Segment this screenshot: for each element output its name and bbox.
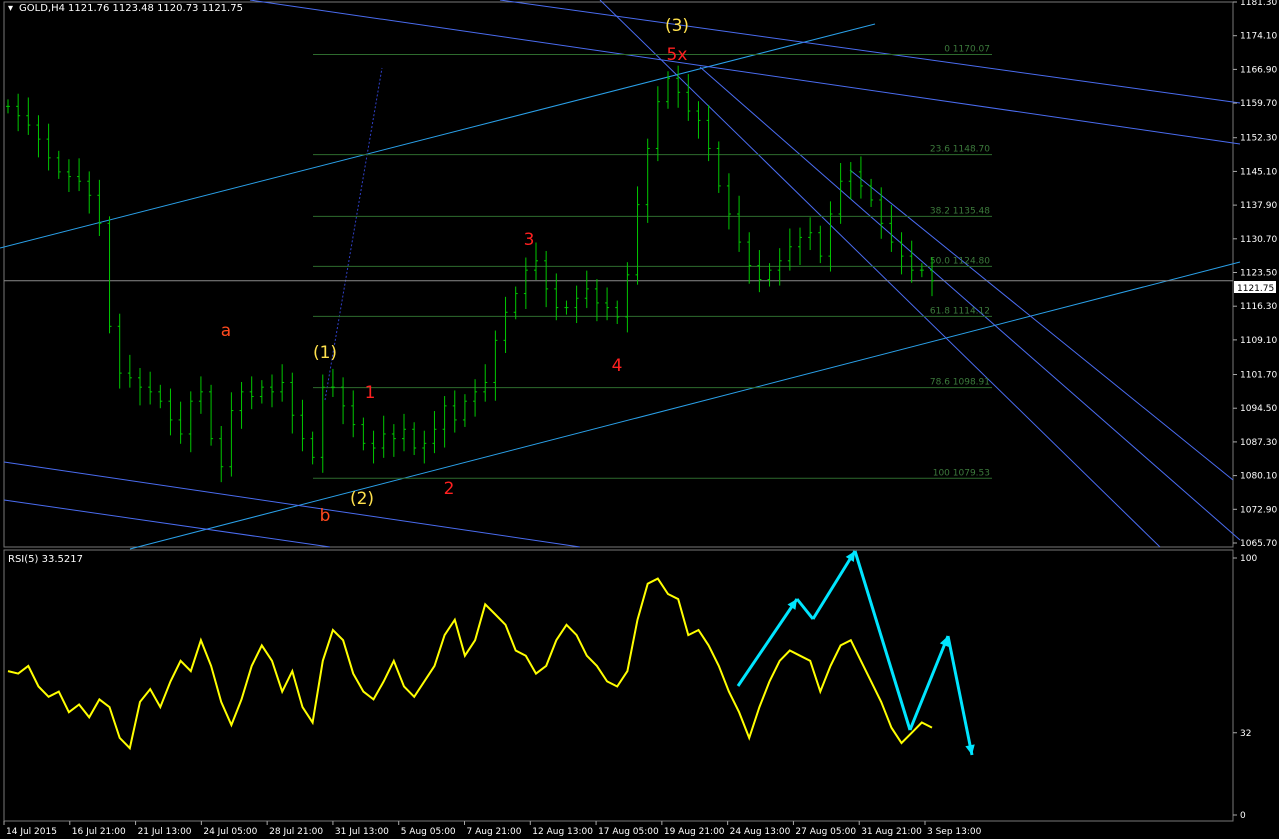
rsi-tick-label: 32 [1240,729,1251,739]
wave-label: a [221,321,231,341]
x-tick-label: 28 Jul 21:00 [269,827,323,837]
fib-label-0: 0 1170.07 [944,45,990,55]
fib-label-23.6: 23.6 1148.70 [930,145,990,155]
chart-title-icon: ▾ [8,3,13,14]
x-tick-label: 5 Aug 05:00 [401,827,456,837]
rsi-arrow-segment [736,598,799,687]
x-tick-label: 7 Aug 21:00 [467,827,522,837]
rsi-tick-label: 0 [1240,811,1246,821]
rsi-title: RSI(5) 33.5217 [8,554,83,565]
rsi-arrowhead [965,744,975,755]
lower-channel-top [3,461,581,548]
price-panel-frame [3,1,1234,548]
x-tick-label: 21 Jul 13:00 [138,827,192,837]
lower-channel-bottom [3,499,331,548]
falling-channel-outer [599,0,1161,548]
fibonacci-levels: 0 1170.07 23.6 1148.70 38.2 1135.48 50.0 11… [313,45,992,479]
wave-label: (3) [665,16,689,36]
chart-canvas: 0 1170.07 23.6 1148.70 38.2 1135.48 50.0 11… [0,0,1277,837]
wave-label: 3 [524,230,535,250]
x-tick-label: 16 Jul 21:00 [72,827,126,837]
x-tick-label: 14 Jul 2015 [6,827,57,837]
lower-trend-line [129,261,1241,550]
x-tick-label: 24 Jul 05:00 [203,827,257,837]
x-tick-label: 3 Sep 13:00 [927,827,982,837]
upper-trend-line [0,23,876,249]
x-tick-label: 24 Aug 13:00 [730,827,791,837]
fib-label-50.0: 50.0 1124.80 [930,256,990,266]
rsi-arrow-segment [946,635,974,756]
x-tick-label: 31 Jul 13:00 [335,827,389,837]
rsi-tick-label: 100 [1240,554,1257,564]
chart-frames [3,1,1234,822]
chart-title: GOLD,H4 [19,3,65,14]
y-tick-label: 1123.50 [1240,269,1277,279]
fib-label-100: 100 1079.53 [933,468,990,478]
guide-lines [0,0,1241,550]
y-tick-label: 1152.30 [1240,134,1277,144]
y-tick-label: 1166.90 [1240,65,1277,75]
axes: 1181.30 1174.10 1166.90 1159.70 1152.30 1145.… [3,0,1277,837]
upper-channel-bottom [499,0,1241,104]
y-tick-label: 1116.30 [1240,302,1277,312]
x-tick-label: 31 Aug 21:00 [861,827,922,837]
y-tick-label: 1181.30 [1240,0,1277,8]
upper-channel-top [249,0,1241,145]
wave-label: b [320,506,331,526]
y-tick-label: 1145.10 [1240,167,1277,177]
y-tick-label: 1137.90 [1240,201,1277,211]
wave-label: (1) [313,343,337,363]
y-tick-label: 1065.70 [1240,539,1277,549]
wave-label: 4 [612,356,623,376]
y-tick-label: 1072.90 [1240,505,1277,515]
x-tick-label: 17 Aug 05:00 [598,827,659,837]
wave-label: 5x [667,45,688,65]
current-price-label: 1121.75 [1237,284,1274,294]
ohlc-readout: 1121.76 1123.48 1120.73 1121.75 [68,3,243,14]
rsi-arrow-segment [811,550,857,620]
y-tick-label: 1101.70 [1240,371,1277,381]
y-tick-label: 1174.10 [1240,32,1277,42]
wave-labels: (3) 5x 3 a (1) 1 4 2 (2) b [221,16,689,526]
rsi-arrow-segment [908,635,950,731]
y-tick-label: 1159.70 [1240,99,1277,109]
rsi-arrow-segment [795,598,815,620]
fib-label-61.8: 61.8 1114.12 [930,306,990,316]
y-tick-label: 1080.10 [1240,472,1277,482]
fib-label-78.6: 78.6 1098.91 [930,378,990,388]
fib-label-38.2: 38.2 1135.48 [930,206,990,216]
y-tick-label: 1094.50 [1240,404,1277,414]
y-tick-label: 1109.10 [1240,336,1277,346]
x-tick-label: 27 Aug 05:00 [795,827,856,837]
wave-label: 2 [444,479,455,499]
x-tick-label: 19 Aug 21:00 [664,827,725,837]
wave-label: (2) [350,489,374,509]
y-tick-label: 1087.30 [1240,438,1277,448]
x-tick-label: 12 Aug 13:00 [532,827,593,837]
y-tick-label: 1130.70 [1240,235,1277,245]
wave-label: 1 [365,383,376,403]
